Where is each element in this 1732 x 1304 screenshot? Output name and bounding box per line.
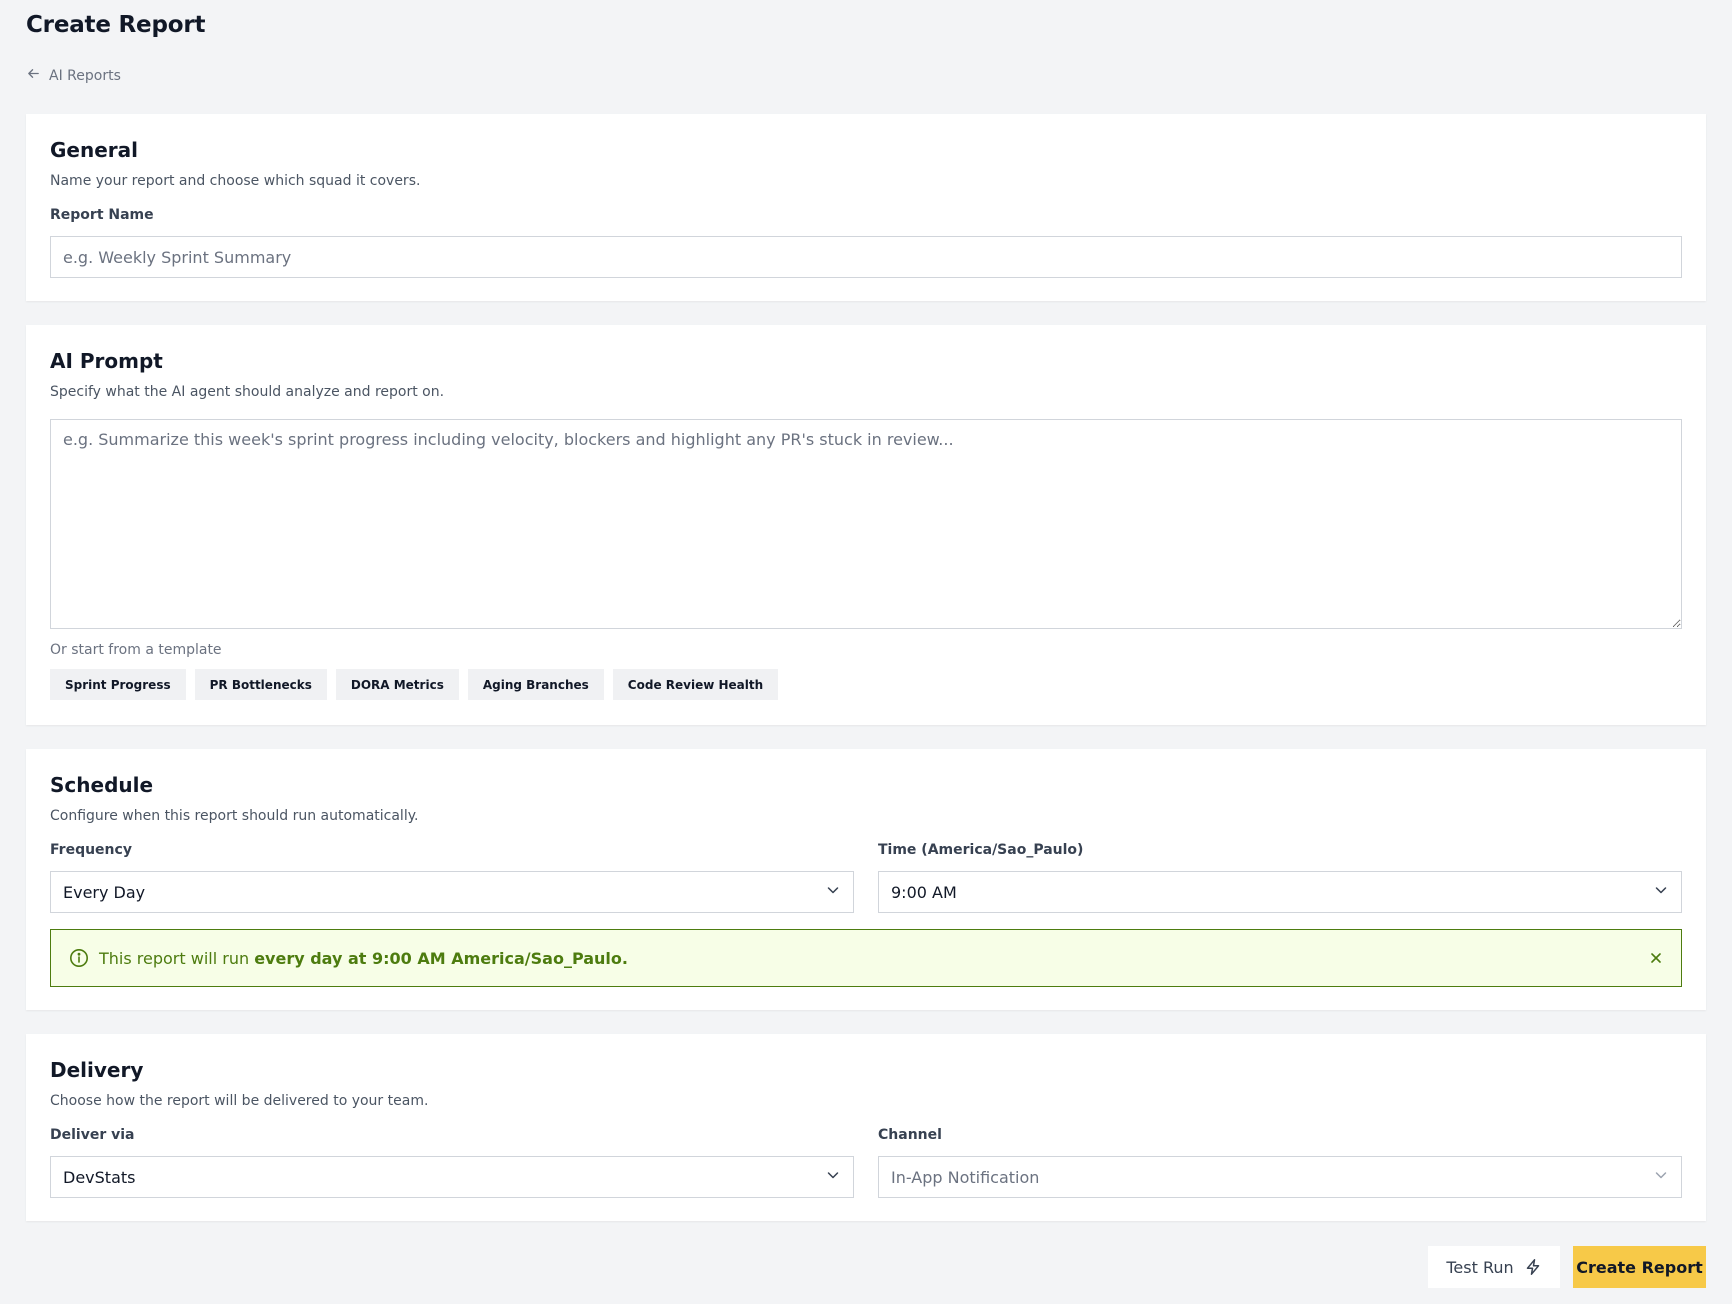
- template-hint: Or start from a template: [50, 642, 222, 658]
- breadcrumb-back-link[interactable]: AI Reports: [26, 66, 121, 85]
- lightning-icon: [1524, 1258, 1542, 1276]
- page-title: Create Report: [26, 12, 206, 38]
- arrow-left-icon: [26, 66, 41, 85]
- time-label: Time (America/Sao_Paulo): [878, 842, 1084, 858]
- chevron-down-icon: [825, 1167, 841, 1187]
- deliver-via-value: DevStats: [63, 1167, 136, 1187]
- time-select[interactable]: 9:00 AM: [878, 871, 1682, 913]
- deliver-via-label: Deliver via: [50, 1127, 135, 1143]
- deliver-via-select[interactable]: DevStats: [50, 1156, 854, 1198]
- chevron-down-icon: [1653, 1167, 1669, 1187]
- test-run-button[interactable]: Test Run: [1428, 1246, 1560, 1288]
- general-description: Name your report and choose which squad …: [50, 173, 421, 189]
- schedule-info-bold: every day at 9:00 AM America/Sao_Paulo.: [254, 948, 628, 968]
- template-chip-code-review-health[interactable]: Code Review Health: [612, 669, 779, 700]
- template-chip-aging-branches[interactable]: Aging Branches: [467, 669, 604, 700]
- template-chips: Sprint Progress PR Bottlenecks DORA Metr…: [50, 669, 779, 700]
- general-section: General Name your report and choose whic…: [26, 114, 1706, 301]
- channel-value: In-App Notification: [891, 1167, 1040, 1187]
- schedule-section: Schedule Configure when this report shou…: [26, 749, 1706, 1010]
- schedule-info-message: This report will run every day at 9:00 A…: [99, 949, 628, 968]
- close-icon[interactable]: [1647, 949, 1665, 967]
- ai-prompt-section: AI Prompt Specify what the AI agent shou…: [26, 325, 1706, 725]
- ai-prompt-description: Specify what the AI agent should analyze…: [50, 384, 445, 400]
- schedule-info-banner: This report will run every day at 9:00 A…: [50, 929, 1682, 987]
- channel-select[interactable]: In-App Notification: [878, 1156, 1682, 1198]
- frequency-label: Frequency: [50, 842, 132, 858]
- ai-prompt-title: AI Prompt: [50, 349, 163, 373]
- chevron-down-icon: [1653, 882, 1669, 902]
- schedule-info-prefix: This report will run: [99, 948, 255, 968]
- delivery-description: Choose how the report will be delivered …: [50, 1093, 429, 1109]
- time-value: 9:00 AM: [891, 882, 957, 902]
- template-chip-pr-bottlenecks[interactable]: PR Bottlenecks: [194, 669, 327, 700]
- frequency-select[interactable]: Every Day: [50, 871, 854, 913]
- create-report-page: Create Report AI Reports General Name yo…: [0, 0, 1732, 1304]
- report-name-label: Report Name: [50, 207, 154, 223]
- template-chip-sprint-progress[interactable]: Sprint Progress: [50, 669, 186, 700]
- delivery-section: Delivery Choose how the report will be d…: [26, 1034, 1706, 1221]
- report-name-input[interactable]: [50, 236, 1682, 278]
- test-run-label: Test Run: [1446, 1257, 1514, 1277]
- chevron-down-icon: [825, 882, 841, 902]
- ai-prompt-textarea[interactable]: [50, 419, 1682, 629]
- template-chip-dora-metrics[interactable]: DORA Metrics: [335, 669, 459, 700]
- schedule-title: Schedule: [50, 773, 154, 797]
- info-circle-icon: [69, 948, 89, 968]
- breadcrumb-label: AI Reports: [49, 67, 121, 84]
- channel-label: Channel: [878, 1127, 942, 1143]
- schedule-description: Configure when this report should run au…: [50, 808, 419, 824]
- create-report-button[interactable]: Create Report: [1573, 1246, 1706, 1288]
- frequency-value: Every Day: [63, 882, 146, 902]
- general-title: General: [50, 138, 138, 162]
- delivery-title: Delivery: [50, 1058, 144, 1082]
